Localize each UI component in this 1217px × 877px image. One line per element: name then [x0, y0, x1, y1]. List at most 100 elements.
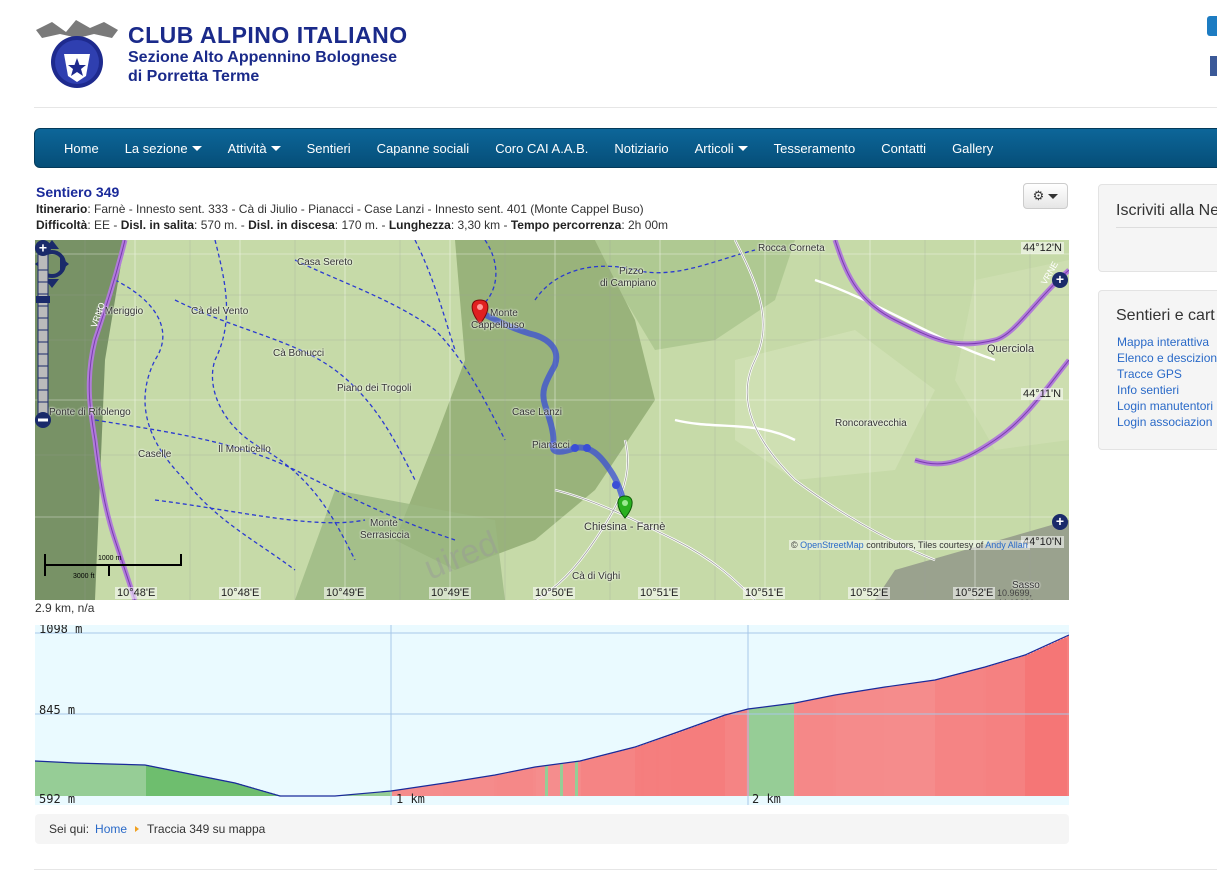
nav-item-attivit[interactable]: Attività	[215, 141, 294, 156]
profile-bar	[704, 722, 707, 796]
profile-bar	[884, 687, 887, 796]
profile-bar	[800, 702, 803, 796]
profile-bar	[791, 703, 794, 796]
profile-bar	[164, 768, 167, 796]
profile-bar	[563, 763, 566, 796]
profile-bar	[446, 782, 449, 796]
sidebar-link-info[interactable]: Info sentieri	[1117, 383, 1179, 397]
profile-bar	[122, 764, 125, 796]
tools-dropdown-button[interactable]: ⚙	[1023, 183, 1068, 209]
layer-switcher-button[interactable]: +	[1052, 272, 1068, 288]
nav-item-capanne-sociali[interactable]: Capanne sociali	[364, 141, 483, 156]
sidebar-link-tracce[interactable]: Tracce GPS	[1117, 367, 1182, 381]
profile-bar	[827, 696, 830, 796]
profile-bar	[866, 690, 869, 796]
lon-label: 10°51'E	[743, 587, 786, 599]
itinerary-value: : Farnè - Innesto sent. 333 - Cà di Jiul…	[87, 202, 644, 216]
lon-label: 10°49'E	[429, 587, 472, 599]
elevation-profile[interactable]: 1098 m 845 m 592 m 1 km 2 km	[35, 625, 1069, 805]
zoom-slider[interactable]: +	[35, 240, 51, 428]
profile-bar	[35, 761, 38, 796]
profile-bar	[893, 685, 896, 796]
profile-bar	[797, 702, 800, 796]
profile-bar	[695, 725, 698, 796]
profile-bar	[137, 764, 140, 796]
andy-allan-link[interactable]: Andy Allan	[985, 540, 1028, 550]
profile-bar	[500, 774, 503, 796]
profile-bar	[728, 714, 731, 796]
profile-bar	[977, 669, 980, 796]
profile-bar	[1025, 655, 1028, 796]
nav-item-articoli[interactable]: Articoli	[682, 141, 761, 156]
profile-bar	[833, 695, 836, 796]
nav-item-label: Capanne sociali	[376, 140, 470, 156]
profile-bar	[434, 784, 437, 796]
profile-bar	[431, 785, 434, 796]
profile-bar	[710, 720, 713, 796]
time-value: : 2h 00m	[621, 218, 669, 232]
profile-bar	[524, 769, 527, 796]
site-title[interactable]: CLUB ALPINO ITALIANO	[128, 22, 408, 48]
overview-map-button[interactable]: +	[1052, 514, 1068, 530]
profile-bar	[1034, 650, 1037, 796]
map-attribution: © OpenStreetMap contributors, Tiles cour…	[789, 540, 1030, 550]
sidebar-link-elenco[interactable]: Elenco e descizion	[1117, 351, 1217, 365]
breadcrumb-home[interactable]: Home	[95, 822, 127, 836]
nav-item-contatti[interactable]: Contatti	[868, 141, 939, 156]
profile-bar	[596, 756, 599, 796]
profile-bar	[968, 671, 971, 796]
lon-label: 10°48'E	[219, 587, 262, 599]
profile-bar	[452, 781, 455, 796]
profile-bar	[665, 736, 668, 796]
profile-bar	[116, 764, 119, 796]
profile-bar	[455, 781, 458, 796]
chevron-down-icon	[1048, 193, 1059, 199]
nav-item-label: Home	[64, 140, 99, 156]
profile-bar	[689, 727, 692, 796]
profile-bar	[719, 717, 722, 796]
profile-bar	[668, 735, 671, 796]
profile-bar	[872, 689, 875, 796]
nav-item-coro-cai-a-a-b[interactable]: Coro CAI A.A.B.	[482, 141, 601, 156]
profile-bar	[47, 761, 50, 796]
descent-value: : 170 m. -	[334, 218, 389, 232]
nav-item-la-sezione[interactable]: La sezione	[112, 141, 215, 156]
sidebar-link-manutentori[interactable]: Login manutentori	[1117, 399, 1213, 413]
place-label: Chiesina - Farnè	[584, 521, 666, 533]
nav-item-gallery[interactable]: Gallery	[939, 141, 1006, 156]
trail-title: Sentiero 349	[36, 184, 120, 200]
sidebar-link-mappa[interactable]: Mappa interattiva	[1117, 335, 1209, 349]
osm-link[interactable]: OpenStreetMap	[800, 540, 864, 550]
facebook-icon[interactable]	[1210, 56, 1217, 76]
cai-logo[interactable]	[34, 20, 120, 92]
profile-bar	[503, 773, 506, 796]
profile-bar	[581, 760, 584, 796]
profile-bar	[626, 749, 629, 796]
trail-map[interactable]: uired Rocca Corneta Casa Sereto Pizzo di…	[35, 240, 1069, 600]
profile-bar	[836, 694, 839, 796]
profile-bar	[158, 767, 161, 796]
profile-bar	[542, 766, 545, 796]
profile-bar	[53, 761, 56, 796]
profile-bar	[749, 708, 752, 796]
profile-bar	[1037, 649, 1040, 796]
nav-item-sentieri[interactable]: Sentieri	[294, 141, 364, 156]
nav-item-tesseramento[interactable]: Tesseramento	[761, 141, 869, 156]
profile-bar	[599, 756, 602, 796]
profile-bar	[545, 765, 548, 796]
profile-bar	[479, 777, 482, 796]
profile-bar	[1031, 652, 1034, 796]
profile-bar	[773, 705, 776, 796]
profile-bar	[530, 768, 533, 796]
profile-bar	[449, 782, 452, 796]
newsletter-rule	[1116, 227, 1217, 228]
sidebar-link-associazioni[interactable]: Login associazion	[1117, 415, 1212, 429]
profile-bar	[692, 726, 695, 796]
profile-bar	[842, 693, 845, 796]
profile-bar	[551, 764, 554, 796]
nav-item-notiziario[interactable]: Notiziario	[601, 141, 681, 156]
attribution-text: contributors, Tiles courtesy of	[863, 540, 986, 550]
top-right-button[interactable]	[1207, 16, 1217, 36]
profile-bar	[917, 682, 920, 796]
nav-item-home[interactable]: Home	[51, 141, 112, 156]
